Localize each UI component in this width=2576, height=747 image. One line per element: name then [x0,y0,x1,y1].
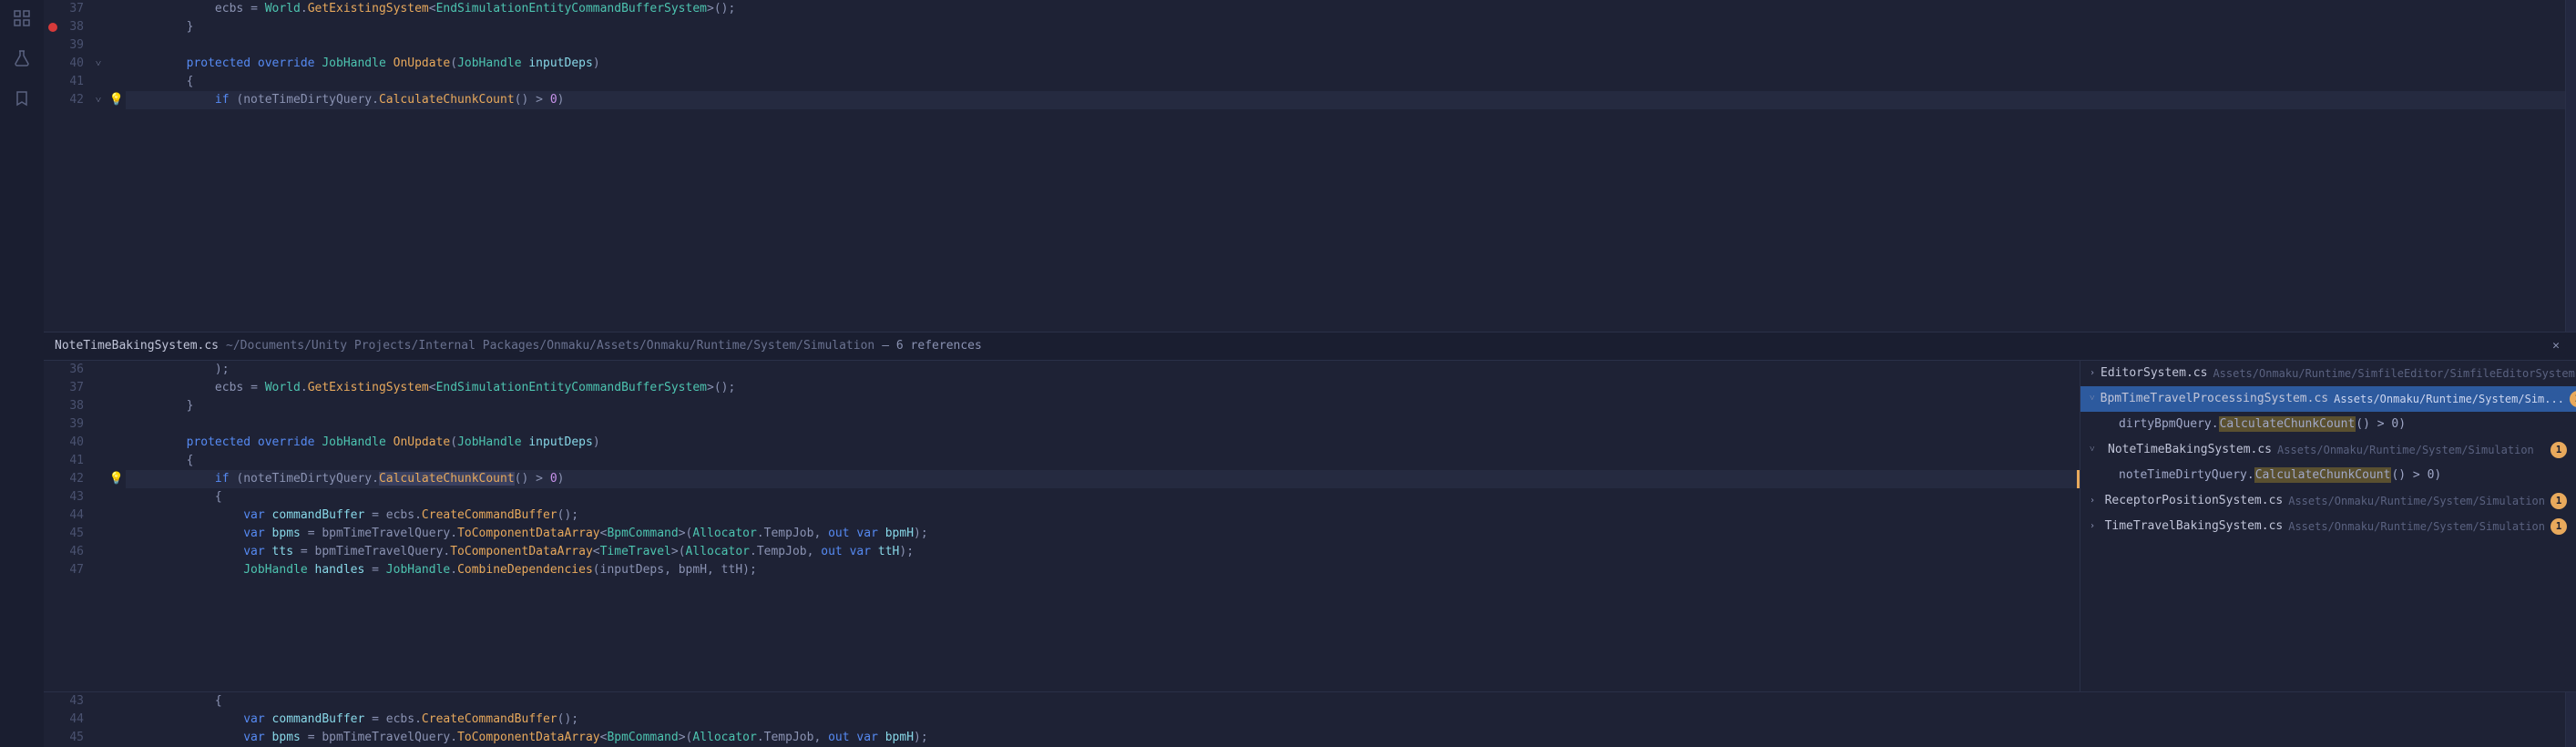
editor-area: 37 38 39 40 ˅ 41 42 ˅ 💡 [44,0,2576,747]
chevron-icon[interactable]: ˅ [2090,445,2102,455]
chevron-icon[interactable]: › [2090,496,2100,506]
ref-file-path: Assets/Onmaku/Runtime/System/Simulation [2277,444,2534,456]
line-number: 41 [62,73,89,91]
line-number: 42 [62,470,89,488]
chevron-icon[interactable]: › [2090,368,2095,378]
code-line[interactable]: var bpms = bpmTimeTravelQuery.ToComponen… [126,525,2080,543]
line-number: 40 [62,55,89,73]
code-line[interactable] [126,415,2080,434]
line-number: 39 [62,415,89,434]
reference-file-item[interactable]: ˅ BpmTimeTravelProcessingSystem.cs Asset… [2080,386,2576,412]
code-line[interactable]: var tts = bpmTimeTravelQuery.ToComponent… [126,543,2080,561]
ref-file-name: TimeTravelBakingSystem.cs [2105,519,2284,533]
code-line[interactable]: var bpms = bpmTimeTravelQuery.ToComponen… [126,729,2565,747]
code-line[interactable]: if (noteTimeDirtyQuery.CalculateChunkCou… [126,470,2080,488]
code-line[interactable]: ecbs = World.GetExistingSystem<EndSimula… [126,379,2080,397]
lightbulb-icon[interactable]: 💡 [109,470,124,488]
ref-count-badge: 1 [2550,442,2567,458]
line-number: 43 [62,488,89,507]
close-icon[interactable]: ✕ [2547,337,2565,354]
fold-toggle[interactable]: ˅ [89,91,107,109]
bookmark-icon[interactable] [11,87,33,109]
code-line[interactable]: var commandBuffer = ecbs.CreateCommandBu… [126,711,2565,729]
ref-count: – 6 references [882,339,982,353]
code-line[interactable]: JobHandle handles = JobHandle.CombineDep… [126,561,2080,579]
code-line[interactable]: ); [126,361,2080,379]
line-number: 45 [62,729,89,747]
line-number: 42 [62,91,89,109]
bottom-code-pane: 43 44 45 { var commandBuffer = ecbs.Crea… [44,691,2576,747]
ref-file-path: Assets/Onmaku/Runtime/System/Simulation [2288,495,2545,507]
code-line[interactable]: { [126,73,2565,91]
chevron-icon[interactable]: ˅ [2090,394,2095,404]
chevron-icon[interactable]: › [2090,521,2100,531]
ref-count-badge: 1 [2550,518,2567,535]
ref-count-badge: 1 [2570,391,2576,407]
reference-file-item[interactable]: › TimeTravelBakingSystem.cs Assets/Onmak… [2080,514,2576,539]
references-list[interactable]: › EditorSystem.cs Assets/Onmaku/Runtime/… [2080,361,2576,692]
flask-icon[interactable] [11,47,33,69]
line-number: 38 [62,397,89,415]
code-line[interactable]: if (noteTimeDirtyQuery.CalculateChunkCou… [126,91,2565,109]
code-content[interactable]: { var commandBuffer = ecbs.CreateCommand… [126,692,2565,747]
ref-filename: NoteTimeBakingSystem.cs [55,339,219,353]
line-number: 43 [62,692,89,711]
code-line[interactable]: protected override JobHandle OnUpdate(Jo… [126,434,2080,452]
code-line[interactable]: ecbs = World.GetExistingSystem<EndSimula… [126,0,2565,18]
top-code-pane: 37 38 39 40 ˅ 41 42 ˅ 💡 [44,0,2576,332]
line-number: 37 [62,379,89,397]
line-number: 36 [62,361,89,379]
references-split: 36 37 38 39 40 41 [44,361,2576,692]
reference-file-item[interactable]: › EditorSystem.cs Assets/Onmaku/Runtime/… [2080,361,2576,386]
ref-file-path: Assets/Onmaku/Runtime/SimfileEditor/Simf… [2213,367,2576,380]
code-line[interactable]: } [126,18,2565,36]
code-line[interactable]: protected override JobHandle OnUpdate(Jo… [126,55,2565,73]
references-header: NoteTimeBakingSystem.cs ~/Documents/Unit… [44,332,2576,361]
fold-toggle[interactable]: ˅ [89,55,107,73]
code-line[interactable]: var commandBuffer = ecbs.CreateCommandBu… [126,507,2080,525]
line-number: 38 [62,18,89,36]
line-number: 44 [62,507,89,525]
line-number: 37 [62,0,89,18]
line-number: 46 [62,543,89,561]
minimap[interactable] [2565,692,2576,747]
breakpoint-icon[interactable] [48,23,57,32]
lightbulb-icon[interactable]: 💡 [109,91,124,109]
ref-file-name: ReceptorPositionSystem.cs [2105,494,2284,507]
line-number: 47 [62,561,89,579]
code-content[interactable]: ecbs = World.GetExistingSystem<EndSimula… [126,0,2565,332]
ref-path: ~/Documents/Unity Projects/Internal Pack… [226,339,874,353]
reference-file-item[interactable]: › ReceptorPositionSystem.cs Assets/Onmak… [2080,488,2576,514]
ref-file-path: Assets/Onmaku/Runtime/System/Simulation [2288,520,2545,533]
code-line[interactable]: { [126,692,2565,711]
line-number: 39 [62,36,89,55]
line-number: 45 [62,525,89,543]
grid-icon[interactable] [11,7,33,29]
ref-file-name: NoteTimeBakingSystem.cs [2108,443,2272,456]
code-line[interactable] [126,579,2080,598]
reference-match[interactable]: noteTimeDirtyQuery.CalculateChunkCount()… [2080,463,2576,488]
code-line[interactable]: { [126,452,2080,470]
code-line[interactable]: { [126,488,2080,507]
reference-file-item[interactable]: ˅ NoteTimeBakingSystem.cs Assets/Onmaku/… [2080,437,2576,463]
ref-file-path: Assets/Onmaku/Runtime/System/Sim... [2334,393,2564,405]
line-number: 41 [62,452,89,470]
ref-file-name: BpmTimeTravelProcessingSystem.cs [2101,392,2328,405]
minimap[interactable] [2565,0,2576,332]
code-content[interactable]: ); ecbs = World.GetExistingSystem<EndSim… [126,361,2080,692]
line-number: 44 [62,711,89,729]
ref-count-badge: 1 [2550,493,2567,509]
activity-bar [0,0,44,747]
code-line[interactable] [126,36,2565,55]
line-number: 40 [62,434,89,452]
reference-match[interactable]: dirtyBpmQuery.CalculateChunkCount() > 0) [2080,412,2576,437]
ref-file-name: EditorSystem.cs [2101,366,2207,380]
code-line[interactable]: } [126,397,2080,415]
